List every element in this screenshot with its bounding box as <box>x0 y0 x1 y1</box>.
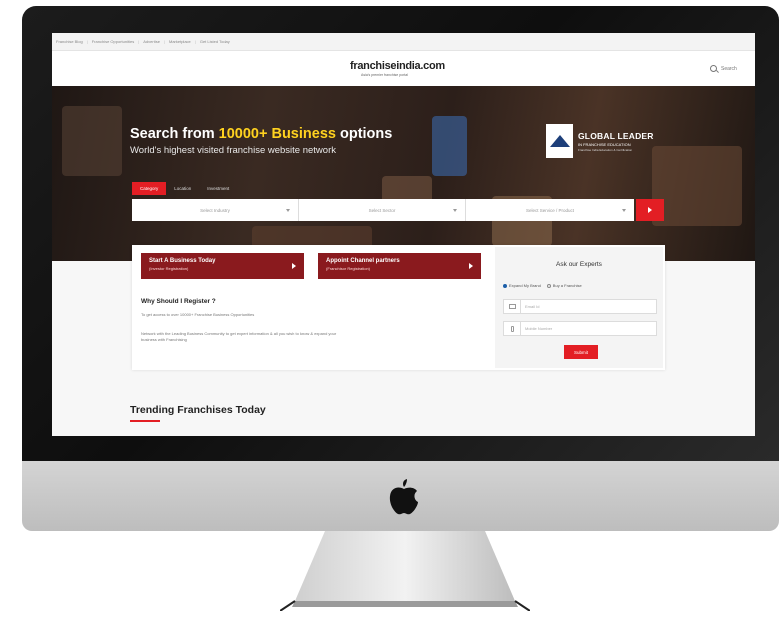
badge-line-1: GLOBAL LEADER <box>578 130 654 141</box>
ask-experts-options: Expand My Brand Buy a Franchise <box>503 283 588 288</box>
util-separator: | <box>163 39 165 44</box>
chevron-down-icon <box>453 209 457 212</box>
appoint-partners-title: Appoint Channel partners <box>326 258 400 264</box>
industry-select-value: Select Industry <box>200 207 230 213</box>
arrow-right-icon <box>469 263 473 269</box>
monitor-stand <box>280 531 530 611</box>
sector-select-value: Select Sector <box>368 207 396 213</box>
trending-title: Trending Franchises Today <box>130 404 266 416</box>
start-business-subtitle: (Investor Registration) <box>149 266 189 271</box>
ask-experts-title: Ask our Experts <box>556 261 602 268</box>
hero-title-highlight: 10000+ Business <box>218 126 336 142</box>
submit-button[interactable]: Submit <box>564 345 598 359</box>
util-separator: | <box>138 39 140 44</box>
tab-category[interactable]: Category <box>132 182 167 195</box>
hero-title: Search from 10000+ Business options <box>130 126 392 142</box>
hero-title-end: options <box>335 126 393 142</box>
arrow-right-icon <box>292 263 296 269</box>
hero-subtitle: World's highest visited franchise websit… <box>130 145 336 156</box>
radio-expand-brand[interactable] <box>503 283 507 288</box>
site-header: franchiseindia.com Asia's premier franch… <box>52 51 755 86</box>
field-icon-box <box>504 300 521 313</box>
appoint-partners-button[interactable]: Appoint Channel partners (Franchisor Reg… <box>318 253 481 279</box>
apple-logo-icon <box>389 479 418 515</box>
badge-line-3: Franchise India Education & Certificatio… <box>578 147 633 152</box>
industry-select[interactable]: Select Industry <box>132 199 299 221</box>
why-register-line: Network with the Leading Business Commun… <box>141 331 337 336</box>
mobile-field[interactable]: Mobile Number <box>503 321 657 336</box>
arrow-right-icon <box>648 207 652 213</box>
search-tabs: Category Location Investment <box>132 182 237 195</box>
badge-emblem-icon <box>546 124 573 158</box>
start-business-button[interactable]: Start A Business Today (Investor Registr… <box>141 253 304 279</box>
utility-bar: Franchise Blog | Franchise Opportunities… <box>52 33 755 51</box>
util-link-advertise[interactable]: Advertise <box>143 39 160 44</box>
search-icon <box>710 65 717 72</box>
util-separator: | <box>194 39 196 44</box>
trending-underline <box>130 420 160 422</box>
registration-panel: Start A Business Today (Investor Registr… <box>132 245 665 370</box>
search-button[interactable]: Search <box>710 65 737 72</box>
hero-banner: Search from 10000+ Business options Worl… <box>52 86 755 261</box>
util-separator: | <box>86 39 88 44</box>
browser-screen: Franchise Blog | Franchise Opportunities… <box>52 33 755 436</box>
service-select[interactable]: Select Service / Product <box>466 199 634 221</box>
tab-investment[interactable]: Investment <box>199 182 237 195</box>
radio-buy-franchise[interactable] <box>546 283 551 288</box>
why-register-title: Why Should I Register ? <box>141 298 216 305</box>
search-go-button[interactable] <box>636 199 664 221</box>
global-leader-badge: GLOBAL LEADER IN FRANCHISE EDUCATION Fra… <box>546 124 654 158</box>
hero-bg-shape <box>652 146 742 226</box>
hero-bg-shape <box>62 106 122 176</box>
why-register-line: business with Franchising <box>141 337 187 342</box>
mobile-placeholder: Mobile Number <box>525 326 553 331</box>
hero-title-start: Search from <box>130 126 219 142</box>
filter-row: Select Industry Select Sector Select Ser… <box>132 199 664 221</box>
chevron-down-icon <box>286 209 290 212</box>
start-business-title: Start A Business Today <box>149 258 216 264</box>
util-link-opportunities[interactable]: Franchise Opportunities <box>92 39 134 44</box>
hero-bg-shape <box>432 116 467 176</box>
email-field[interactable]: Email Id <box>503 299 657 314</box>
util-link-get-listed[interactable]: Get Listed Today <box>200 39 230 44</box>
ask-experts-form: Ask our Experts Expand My Brand Buy a Fr… <box>495 247 663 368</box>
chevron-down-icon <box>622 209 626 212</box>
phone-icon <box>510 325 514 332</box>
email-placeholder: Email Id <box>525 304 540 309</box>
why-register-line: To get access to over 10000+ Franchise B… <box>141 312 255 317</box>
search-label: Search <box>721 65 737 72</box>
sector-select[interactable]: Select Sector <box>299 199 466 221</box>
radio-expand-brand-label: Expand My Brand <box>509 283 541 288</box>
appoint-partners-subtitle: (Franchisor Registration) <box>326 266 371 271</box>
tab-location[interactable]: Location <box>166 182 199 195</box>
service-select-value: Select Service / Product <box>525 207 575 213</box>
mail-icon <box>508 304 516 309</box>
logo-tagline: Asia's premier franchise portal <box>361 73 408 77</box>
site-logo[interactable]: franchiseindia.com <box>350 60 445 72</box>
util-link-blog[interactable]: Franchise Blog <box>56 39 83 44</box>
util-link-marketplace[interactable]: Marketplace <box>169 39 191 44</box>
radio-buy-franchise-label: Buy a Franchise <box>552 283 582 288</box>
badge-line-2: IN FRANCHISE EDUCATION <box>578 141 631 147</box>
field-icon-box <box>504 322 521 335</box>
